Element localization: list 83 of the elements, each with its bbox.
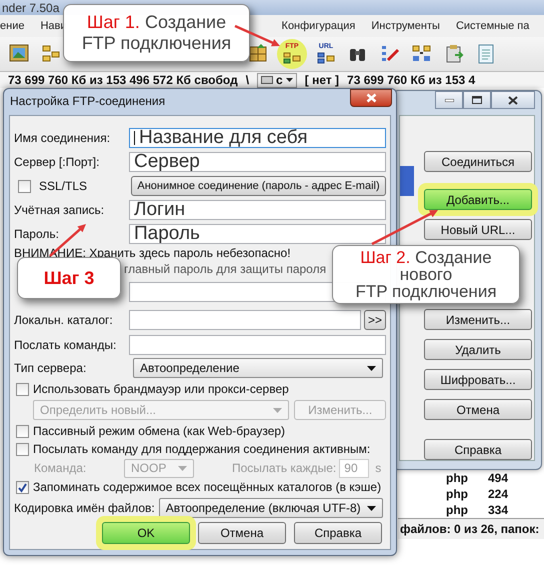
window-title: nder 7.50a — [2, 2, 60, 15]
field-label: Посылать каждые: — [232, 461, 336, 475]
file-size: 224 — [488, 487, 510, 501]
folder-boxes-icon — [317, 51, 335, 65]
checkbox-label: Запоминать содержимое всех посещённых каталогов (в кэше) — [33, 480, 382, 494]
drive-icon — [261, 75, 274, 85]
field-label: Пароль: — [14, 227, 60, 241]
checkbox[interactable] — [16, 442, 29, 456]
window-button[interactable]: Изменить... — [424, 309, 532, 330]
field-label: Локальн. каталог: — [14, 313, 114, 327]
file-extension: php — [446, 487, 468, 501]
window-title: Настройка FTP-соединения — [10, 94, 166, 108]
text-field[interactable]: Сервер — [129, 152, 386, 172]
dialog-button[interactable]: Справка — [294, 522, 382, 544]
close-icon — [508, 96, 518, 104]
dropdown[interactable]: Автоопределение (включая UTF-8) — [158, 498, 383, 518]
minimize-icon — [444, 98, 454, 102]
connection-list — [400, 166, 414, 196]
text-field[interactable]: Название для себя — [129, 128, 386, 148]
window-button[interactable]: Шифровать... — [424, 369, 532, 390]
checkbox[interactable] — [18, 180, 31, 192]
callout-text: Шаг 2. Создание нового FTP подключения — [355, 249, 497, 300]
text-field[interactable]: Логин — [129, 200, 386, 220]
checkbox-label: SSL/TLS — [39, 179, 88, 193]
maximize-button[interactable] — [463, 91, 491, 109]
caret-icon — [367, 506, 376, 510]
dialog-button[interactable]: Отмена — [198, 522, 286, 544]
dropdown[interactable]: Автоопределение — [133, 358, 383, 378]
checkbox-label: Использовать брандмауэр или прокси-сервер — [33, 382, 289, 396]
field-label: Имя соединения: — [14, 131, 112, 145]
unit-label: s — [375, 461, 382, 475]
folder-boxes-icon — [283, 51, 301, 65]
anonymous-login-button[interactable]: Анонимное соединение (пароль - адрес E-mail) — [131, 176, 386, 196]
menu-item[interactable]: Инструменты — [371, 20, 440, 32]
field-label: Сервер [:Порт]: — [14, 155, 100, 169]
checkbox-label: Пассивный режим обмена (как Web-браузер) — [33, 424, 286, 438]
window-button[interactable]: Справка — [424, 439, 532, 460]
field-label: Кодировка имён файлов: — [14, 501, 156, 515]
checkbox-label: главный пароль для защиты пароля — [124, 262, 326, 276]
path-text: \ — [246, 73, 250, 87]
text-cursor — [134, 131, 135, 145]
menu-item[interactable]: Системные па — [456, 20, 530, 32]
file-extension: php — [446, 471, 468, 485]
window-button[interactable]: Соединиться — [424, 151, 532, 172]
browse-button[interactable]: >> — [364, 310, 386, 330]
menu-item[interactable]: Конфигурация — [282, 20, 356, 32]
field-label: Тип сервера: — [14, 361, 88, 375]
caret-icon — [178, 466, 187, 470]
file-size: 334 — [488, 503, 510, 517]
close-button[interactable] — [350, 89, 392, 107]
arrow — [371, 210, 438, 246]
caret-icon — [273, 408, 282, 412]
checkbox[interactable] — [16, 424, 29, 438]
checkbox[interactable] — [16, 382, 29, 396]
field-label: Команда: — [34, 461, 88, 475]
menu-item[interactable]: ение — [0, 20, 24, 32]
minimize-button[interactable] — [435, 91, 463, 109]
arrow — [234, 24, 280, 46]
close-icon — [366, 93, 376, 103]
maximize-icon — [472, 96, 482, 104]
callout-text: Шаг 1. Создание FTP подключения — [82, 12, 232, 54]
window-button[interactable]: Отмена — [424, 399, 532, 420]
free-space-text: 73 699 760 Кб из 153 496 572 Кб свобод — [8, 73, 238, 87]
field-label: Послать команды: — [14, 338, 118, 352]
caret-icon — [367, 366, 376, 370]
text-field[interactable] — [129, 310, 361, 330]
free-space-text: 73 699 760 Кб из 153 4 — [347, 73, 476, 87]
window-button[interactable]: Удалить — [424, 339, 532, 360]
field-label: Учётная запись: — [14, 203, 106, 217]
status-bar: файлов: 0 из 26, папок: — [398, 518, 544, 539]
caret-icon — [286, 78, 293, 82]
text-field[interactable] — [129, 334, 386, 354]
file-extension: php — [446, 503, 468, 517]
menu-item[interactable]: Нави — [40, 20, 67, 32]
window-button[interactable]: Новый URL... — [424, 219, 532, 240]
text-field[interactable]: Пароль — [129, 224, 386, 244]
callout-text: Шаг 3 — [44, 268, 94, 288]
volume-label: [ нет ] — [304, 73, 340, 87]
file-size: 494 — [488, 471, 510, 485]
drive-dropdown[interactable]: c — [257, 72, 297, 88]
checkbox-label: Посылать команду для поддержания соединения активным: — [33, 442, 370, 456]
checkbox[interactable] — [16, 480, 29, 494]
close-button[interactable] — [491, 91, 535, 109]
